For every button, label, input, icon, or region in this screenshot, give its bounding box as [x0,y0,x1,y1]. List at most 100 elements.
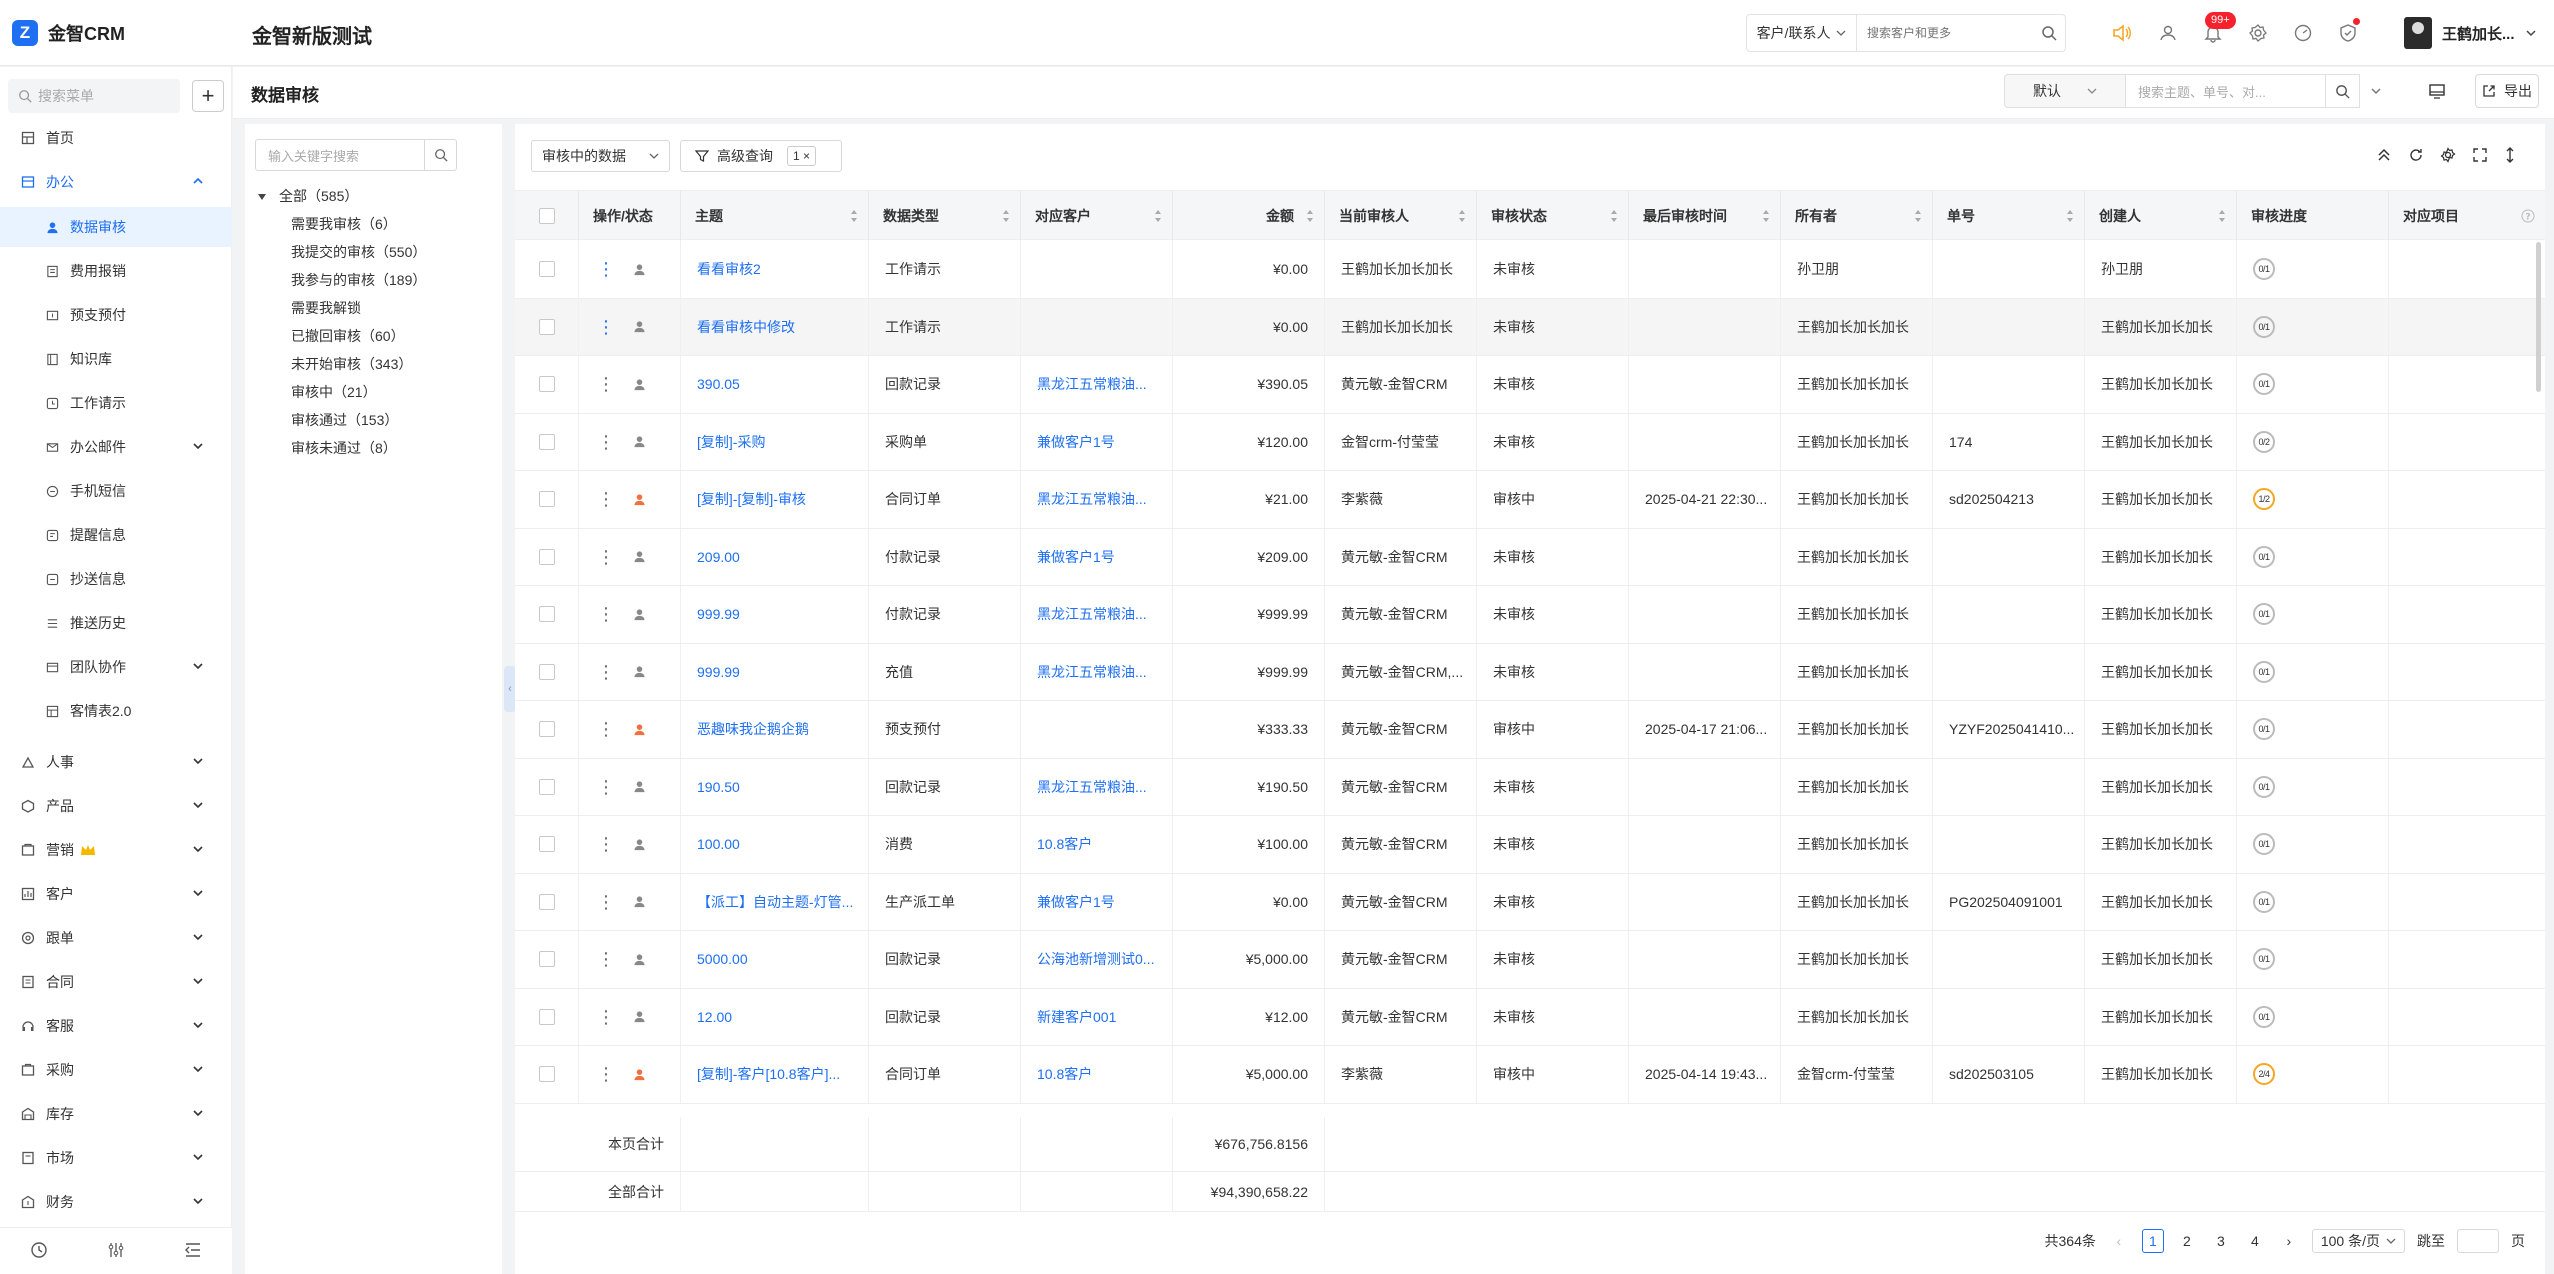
column-header-creator[interactable]: 创建人 [2085,191,2237,241]
sidebar-item-office[interactable]: 办公 [0,162,232,202]
sidebar-item-push-history[interactable]: 推送历史 [0,603,232,643]
sidebar-item-marketing[interactable]: 营销 [0,830,232,870]
tree-node[interactable]: 未开始审核（343） [291,354,412,374]
column-header-owner[interactable]: 所有者 [1781,191,1933,241]
row-checkbox[interactable] [538,433,555,450]
sidebar-item-team[interactable]: 团队协作 [0,647,232,687]
tree-node-all[interactable]: 全部（585） [279,186,358,206]
progress-ring[interactable]: 0/1 [2253,258,2275,281]
tree-node[interactable]: 审核未通过（8） [291,438,397,458]
progress-ring[interactable]: 0/1 [2253,603,2275,626]
column-header-subject[interactable]: 主题 [681,191,869,241]
customer-cell-link[interactable]: 黑龙江五常粮油... [1037,777,1147,797]
sidebar-item-cc[interactable]: 抄送信息 [0,559,232,599]
sidebar-item-contract[interactable]: 合同 [0,962,232,1002]
tree-node[interactable]: 审核通过（153） [291,410,398,430]
sidebar-item-home[interactable]: 首页 [0,118,232,158]
progress-ring[interactable]: 0/1 [2253,833,2275,856]
tree-node[interactable]: 我提交的审核（550） [291,242,426,262]
sidebar-item-hr[interactable]: 人事 [0,742,232,782]
user-menu[interactable]: 王鹤加长... [2404,16,2537,50]
column-header-type[interactable]: 数据类型 [869,191,1021,241]
customer-cell-link[interactable]: 兼做客户1号 [1037,432,1115,452]
search-icon[interactable] [2032,25,2065,41]
row-checkbox[interactable] [538,548,555,565]
contact-icon[interactable] [2153,18,2183,48]
progress-ring[interactable]: 0/1 [2253,315,2275,338]
more-actions-icon[interactable]: ⋮ [597,835,615,853]
subject-cell-link[interactable]: 【派工】自动主题-灯管... [697,892,853,912]
more-actions-icon[interactable]: ⋮ [597,663,615,681]
progress-ring[interactable]: 0/1 [2253,775,2275,798]
page-button-1[interactable]: 1 [2141,1229,2164,1253]
customer-cell-link[interactable]: 黑龙江五常粮油... [1037,489,1147,509]
progress-ring[interactable]: 0/1 [2253,545,2275,568]
select-all-checkbox[interactable] [538,208,555,224]
page-button-3[interactable]: 3 [2210,1229,2232,1253]
subject-cell-link[interactable]: 12.00 [697,1009,732,1025]
table-row[interactable]: ⋮ 999.99 付款记录 黑龙江五常粮油... ¥999.99 黄元敏-金智CRM 未审核… [515,586,2545,644]
progress-ring[interactable]: 0/1 [2253,948,2275,971]
row-checkbox[interactable] [538,318,555,335]
tree-node[interactable]: 需要我审核（6） [291,214,397,234]
sidebar-item-data-audit[interactable]: 数据审核 [0,207,232,247]
speaker-icon[interactable] [2107,18,2137,48]
caret-down-icon[interactable] [257,192,267,202]
sidebar-item-knowledge[interactable]: 知识库 [0,339,232,379]
row-checkbox[interactable] [538,893,555,910]
customer-cell-link[interactable]: 新建客户001 [1037,1007,1116,1027]
progress-ring[interactable]: 0/1 [2253,1005,2275,1028]
search-icon[interactable] [2326,74,2360,108]
sidebar-item-inventory[interactable]: 库存 [0,1094,232,1134]
customer-cell-link[interactable]: 黑龙江五常粮油... [1037,374,1147,394]
row-checkbox[interactable] [538,951,555,968]
more-actions-icon[interactable]: ⋮ [597,548,615,566]
table-row[interactable]: ⋮ 12.00 回款记录 新建客户001 ¥12.00 黄元敏-金智CRM 未审核 王鹤加长加… [515,988,2545,1046]
more-actions-icon[interactable]: ⋮ [597,720,615,738]
sidebar-item-reminder[interactable]: 提醒信息 [0,515,232,555]
subject-cell-link[interactable]: 看看审核2 [697,259,761,279]
customer-cell-link[interactable]: 兼做客户1号 [1037,547,1115,567]
more-actions-icon[interactable]: ⋮ [597,260,615,278]
export-button[interactable]: 导出 [2475,74,2539,108]
subject-cell-link[interactable]: 恶趣味我企鹅企鹅 [697,719,809,739]
filter-settings-icon[interactable] [107,1241,125,1262]
progress-ring[interactable]: 0/2 [2253,430,2275,453]
sidebar-item-advance[interactable]: 预支预付 [0,295,232,335]
column-header-reviewer[interactable]: 当前审核人 [1325,191,1477,241]
sidebar-item-customer[interactable]: 客户 [0,874,232,914]
progress-ring[interactable]: 0/1 [2253,718,2275,741]
search-icon[interactable] [425,139,457,171]
sidebar-item-client-sheet[interactable]: 客情表2.0 [0,691,232,731]
table-row[interactable]: ⋮ 看看审核中修改 工作请示 ¥0.00 王鹤加长加长加长 未审核 王鹤加长加长加长 王鹤加长… [515,298,2545,356]
table-row[interactable]: ⋮ [复制]-客户[10.8客户]... 合同订单 10.8客户 ¥5,000.00 李紫… [515,1046,2545,1104]
row-checkbox[interactable] [538,778,555,795]
table-row[interactable]: ⋮ 190.50 回款记录 黑龙江五常粮油... ¥190.50 黄元敏-金智CRM 未审核… [515,758,2545,816]
vertical-scrollbar[interactable] [2536,242,2541,392]
table-row[interactable]: ⋮ 100.00 消费 10.8客户 ¥100.00 黄元敏-金智CRM 未审核 王鹤加长加长… [515,816,2545,874]
table-row[interactable]: ⋮ 5000.00 回款记录 公海池新增测试0... ¥5,000.00 黄元敏-金智CR… [515,931,2545,989]
more-actions-icon[interactable]: ⋮ [597,318,615,336]
more-actions-icon[interactable]: ⋮ [597,433,615,451]
search-scope-select[interactable]: 客户/联系人 [1747,15,1858,51]
query-count-badge[interactable]: 1 × [787,146,817,166]
sidebar-item-market[interactable]: 市场 [0,1138,232,1178]
customer-cell-link[interactable]: 10.8客户 [1037,834,1092,854]
page-button-2[interactable]: 2 [2176,1229,2198,1253]
sidebar-item-followup[interactable]: 跟单 [0,918,232,958]
row-checkbox[interactable] [538,261,555,278]
subject-cell-link[interactable]: [复制]-客户[10.8客户]... [697,1064,840,1084]
row-checkbox[interactable] [538,606,555,623]
progress-ring[interactable]: 0/1 [2253,890,2275,913]
subject-cell-link[interactable]: [复制]-采购 [697,432,765,452]
page-size-select[interactable]: 100 条/页 [2311,1229,2405,1253]
sidebar-item-request[interactable]: 工作请示 [0,383,232,423]
subject-cell-link[interactable]: 390.05 [697,376,740,392]
row-checkbox[interactable] [538,1008,555,1025]
more-actions-icon[interactable]: ⋮ [597,778,615,796]
add-menu-button[interactable]: + [192,80,224,112]
row-checkbox[interactable] [538,376,555,393]
chevron-down-icon[interactable] [2361,74,2391,108]
progress-ring[interactable]: 0/1 [2253,373,2275,396]
customer-cell-link[interactable]: 公海池新增测试0... [1037,949,1154,969]
